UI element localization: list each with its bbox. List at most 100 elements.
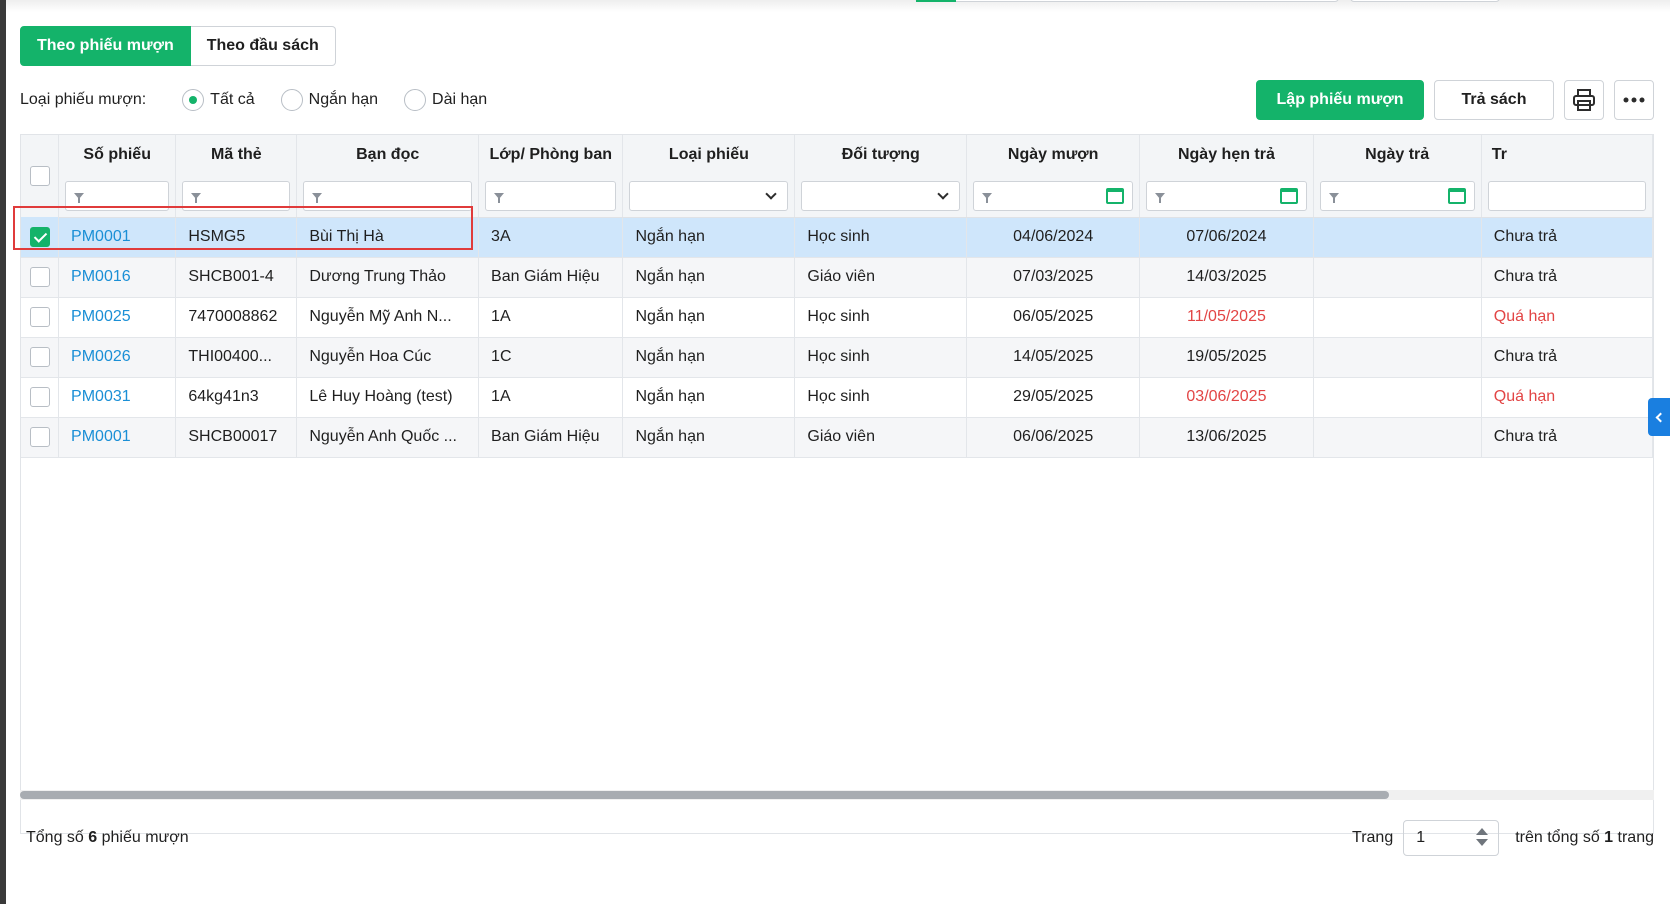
tab-by-book-title[interactable]: Theo đầu sách	[190, 26, 336, 66]
cell-ngay-tra	[1313, 217, 1482, 258]
cell-ma-the: SHCB00017	[175, 417, 298, 458]
cell-lop: 3A	[478, 217, 624, 258]
col-header-ngay-tra[interactable]: Ngày trả	[1313, 135, 1482, 175]
of-prefix: trên tổng số	[1515, 829, 1600, 846]
create-loan-button[interactable]: Lập phiếu mượn	[1256, 80, 1424, 120]
cell-ngay-muon: 06/05/2025	[966, 297, 1141, 338]
col-header-so-phieu[interactable]: Số phiếu	[58, 135, 177, 175]
table-row[interactable]: PM0016 SHCB001-4 Dương Trung Thảo Ban Gi…	[21, 257, 1653, 298]
scrollbar-thumb[interactable]	[20, 791, 1389, 799]
row-checkbox[interactable]	[29, 427, 50, 447]
page-stepper[interactable]	[1476, 828, 1489, 846]
filter-funnel-icon	[191, 192, 202, 203]
radio-long-term[interactable]: Dài hạn	[404, 89, 487, 111]
cell-lop: 1A	[478, 297, 624, 338]
chevron-left-icon	[1655, 412, 1666, 422]
col-header-ma-the[interactable]: Mã thẻ	[175, 135, 298, 175]
filter-loai-phieu-select[interactable]	[629, 180, 789, 211]
radio-circle-icon[interactable]	[404, 89, 427, 111]
filter-ngay-tra[interactable]	[1319, 180, 1475, 211]
page-number-value: 1	[1416, 829, 1426, 846]
col-header-loai-phieu[interactable]: Loại phiếu	[622, 135, 796, 175]
loan-type-filter: Loại phiếu mượn: Tất cả Ngắn hạn Dài hạn	[20, 86, 513, 114]
top-search-box[interactable]	[915, 0, 1339, 2]
filter-doi-tuong-select[interactable]	[801, 180, 961, 211]
page-number-input[interactable]: 1	[1403, 820, 1500, 856]
radio-circle-icon[interactable]	[182, 89, 205, 111]
calendar-icon[interactable]	[1447, 187, 1466, 204]
cell-loai-phieu: Ngắn hạn	[622, 217, 796, 258]
cell-so-phieu[interactable]: PM0025	[58, 297, 177, 338]
cell-ngay-muon: 29/05/2025	[966, 377, 1141, 418]
cell-loai-phieu: Ngắn hạn	[622, 417, 796, 458]
filter-lop[interactable]	[485, 180, 617, 211]
filter-trang-thai[interactable]	[1487, 180, 1646, 211]
loan-slip-grid: Số phiếu Mã thẻ Bạn đọc Lớp/ Phòng ban L…	[20, 134, 1654, 834]
cell-loai-phieu: Ngắn hạn	[622, 337, 796, 378]
cell-ngay-hen-tra: 13/06/2025	[1139, 417, 1314, 458]
radio-all[interactable]: Tất cả	[182, 89, 255, 111]
filter-so-phieu[interactable]	[65, 180, 170, 211]
cell-ngay-tra	[1313, 257, 1482, 298]
filter-funnel-icon	[74, 192, 85, 203]
cell-so-phieu[interactable]: PM0031	[58, 377, 177, 418]
col-header-ban-doc[interactable]: Bạn đọc	[296, 135, 480, 175]
select-all-checkbox[interactable]	[29, 166, 50, 186]
col-header-doi-tuong[interactable]: Đối tượng	[794, 135, 968, 175]
filter-cell	[1139, 175, 1314, 218]
cell-so-phieu[interactable]: PM0026	[58, 337, 177, 378]
cell-so-phieu[interactable]: PM0001	[58, 217, 177, 258]
cell-ngay-muon: 04/06/2024	[966, 217, 1141, 258]
of-suffix: trang	[1617, 829, 1654, 846]
row-checkbox[interactable]	[29, 307, 50, 327]
filter-ngay-hen-tra[interactable]	[1146, 180, 1307, 211]
table-row[interactable]: PM0025 7470008862 Nguyễn Mỹ Anh N... 1A …	[21, 297, 1653, 338]
page-label: Trang	[1352, 829, 1394, 846]
filter-ma-the[interactable]	[182, 180, 291, 211]
top-select-box[interactable]	[1350, 0, 1500, 2]
col-header-ngay-muon[interactable]: Ngày mượn	[966, 135, 1141, 175]
horizontal-scrollbar[interactable]	[20, 790, 1654, 800]
side-panel-toggle[interactable]	[1648, 398, 1670, 436]
print-button[interactable]	[1564, 80, 1604, 120]
col-header-lop[interactable]: Lớp/ Phòng ban	[478, 135, 624, 175]
cell-ma-the: 7470008862	[175, 297, 298, 338]
of-total-text: trên tổng số 1 trang	[1515, 829, 1654, 847]
radio-short-term[interactable]: Ngắn hạn	[280, 89, 378, 111]
total-count-text: Tổng số 6 phiếu mượn	[26, 829, 189, 847]
stepper-down-icon[interactable]	[1476, 839, 1489, 846]
filter-ban-doc[interactable]	[303, 180, 473, 211]
loan-slip-table: Số phiếu Mã thẻ Bạn đọc Lớp/ Phòng ban L…	[21, 135, 1653, 458]
cell-so-phieu[interactable]: PM0001	[58, 417, 177, 458]
cell-ma-the: 64kg41n3	[175, 377, 298, 418]
table-row[interactable]: PM0001 HSMG5 Bùi Thị Hà 3A Ngắn hạn Học …	[21, 217, 1653, 258]
chevron-down-icon	[937, 188, 949, 200]
more-button[interactable]	[1614, 80, 1654, 120]
cell-lop: Ban Giám Hiệu	[478, 417, 624, 458]
cell-trang-thai: Chưa trả	[1481, 417, 1653, 458]
radio-circle-icon[interactable]	[280, 89, 303, 111]
cell-ban-doc: Nguyễn Mỹ Anh N...	[296, 297, 480, 338]
row-checkbox[interactable]	[29, 226, 50, 247]
tab-by-loan-slip[interactable]: Theo phiếu mượn	[20, 26, 191, 66]
row-checkbox[interactable]	[29, 387, 50, 407]
toolbar-actions: Lập phiếu mượn Trả sách	[1246, 80, 1654, 120]
stepper-up-icon[interactable]	[1476, 828, 1489, 835]
col-header-ngay-hen-tra[interactable]: Ngày hẹn trả	[1139, 135, 1314, 175]
calendar-icon[interactable]	[1106, 187, 1125, 204]
col-header-trang-thai[interactable]: Tr	[1481, 135, 1653, 175]
table-row[interactable]: PM0031 64kg41n3 Lê Huy Hoàng (test) 1A N…	[21, 377, 1653, 418]
filter-ngay-muon[interactable]	[973, 180, 1134, 211]
total-prefix: Tổng số	[26, 829, 84, 846]
cell-ngay-tra	[1313, 417, 1482, 458]
filter-cell	[175, 175, 298, 218]
table-row[interactable]: PM0001 SHCB00017 Nguyễn Anh Quốc ... Ban…	[21, 417, 1653, 458]
row-checkbox[interactable]	[29, 347, 50, 367]
filter-cell	[1313, 175, 1482, 218]
return-book-button[interactable]: Trả sách	[1434, 80, 1554, 120]
table-row[interactable]: PM0026 THI00400... Nguyễn Hoa Cúc 1C Ngắ…	[21, 337, 1653, 378]
cell-ngay-hen-tra: 11/05/2025	[1139, 297, 1314, 338]
cell-so-phieu[interactable]: PM0016	[58, 257, 177, 298]
calendar-icon[interactable]	[1279, 187, 1298, 204]
row-checkbox[interactable]	[29, 267, 50, 287]
